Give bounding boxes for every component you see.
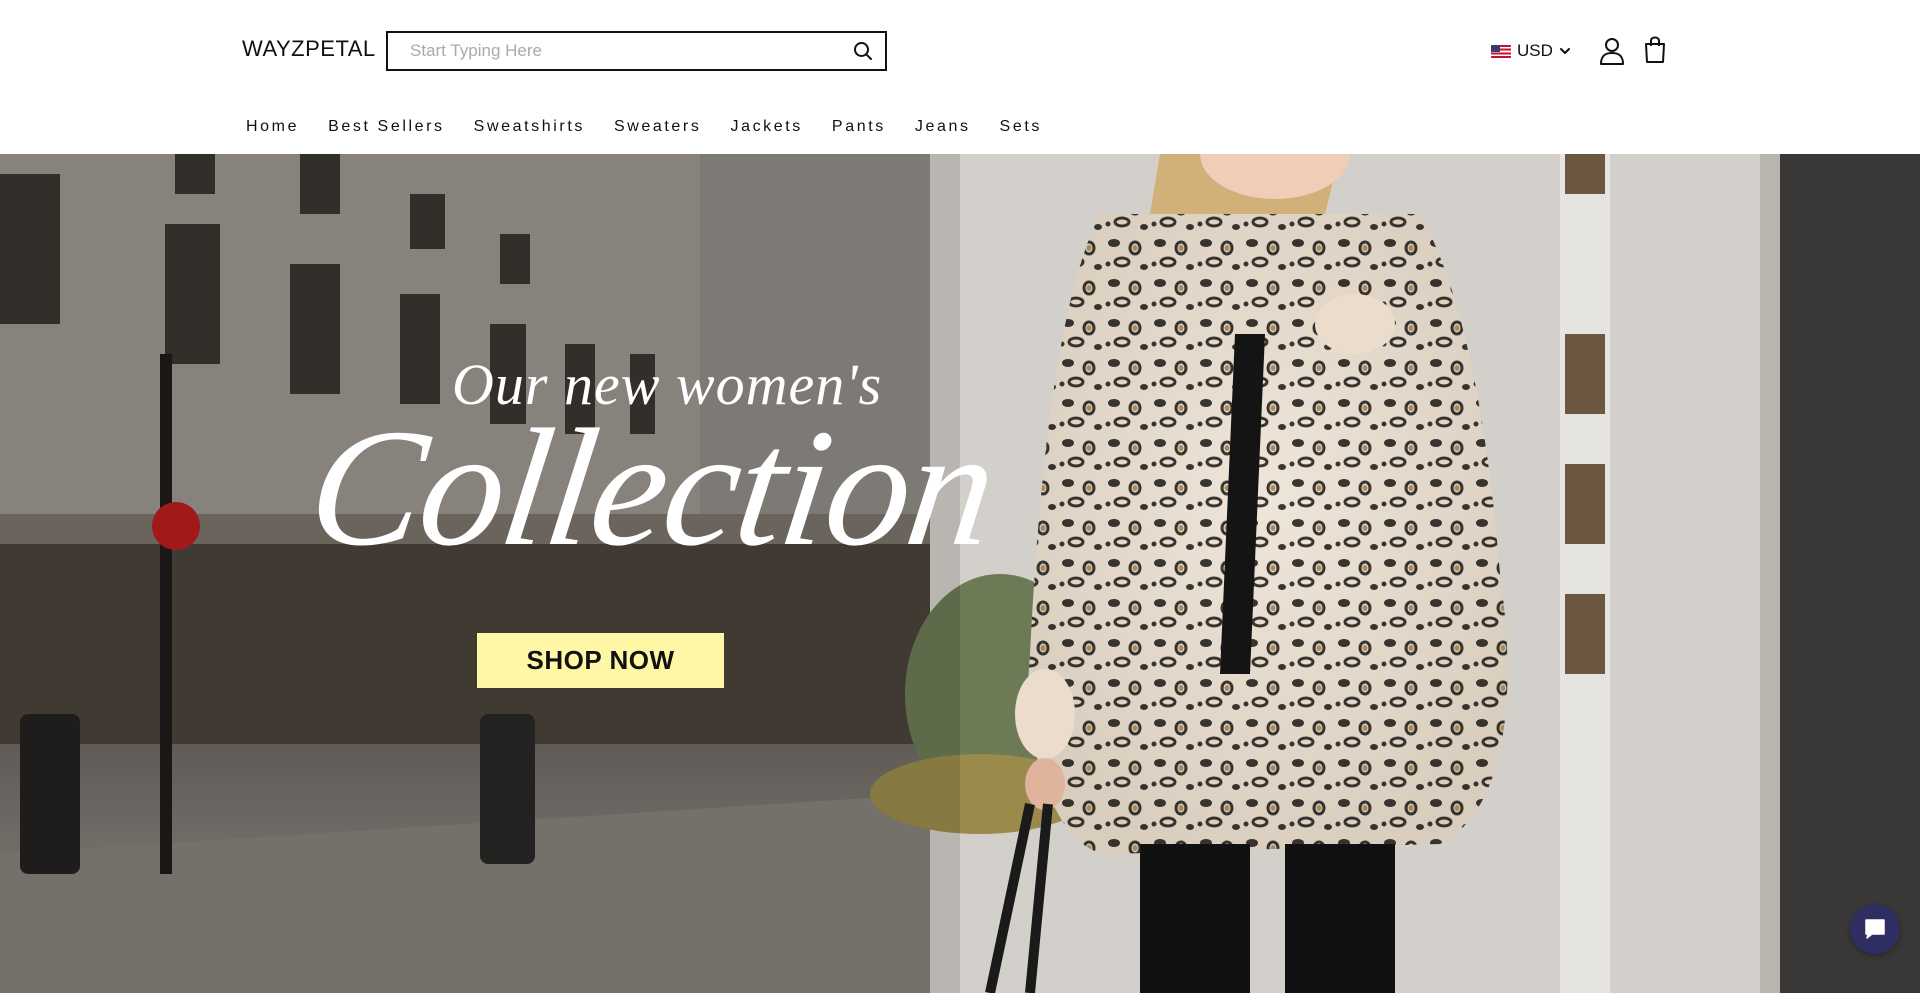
shop-now-button[interactable]: SHOP NOW: [477, 633, 724, 688]
search-icon: [854, 42, 872, 60]
site-header: WAYZPETAL USD Home Best Sellers Swe: [0, 0, 1920, 154]
chat-widget-button[interactable]: [1850, 904, 1900, 954]
currency-label: USD: [1517, 41, 1553, 60]
cart-button[interactable]: [1643, 36, 1667, 64]
us-flag-icon: [1491, 44, 1511, 58]
hero-banner: Our new women's Collection SHOP NOW: [0, 154, 1920, 993]
nav-item-home[interactable]: Home: [244, 114, 301, 140]
nav-item-pants[interactable]: Pants: [830, 114, 888, 140]
chat-bubble-icon: [1865, 919, 1885, 939]
nav-item-sweaters[interactable]: Sweaters: [612, 114, 704, 140]
hero-headline: Collection: [298, 395, 1005, 581]
nav-item-best-sellers[interactable]: Best Sellers: [326, 114, 447, 140]
account-button[interactable]: [1599, 37, 1625, 65]
nav-item-sweatshirts[interactable]: Sweatshirts: [472, 114, 587, 140]
user-icon: [1600, 38, 1624, 65]
nav-item-jeans[interactable]: Jeans: [913, 114, 973, 140]
search-bar: [386, 31, 887, 71]
search-input[interactable]: [388, 33, 841, 69]
nav-item-sets[interactable]: Sets: [998, 114, 1044, 140]
chevron-down-icon: [1559, 48, 1570, 54]
nav-item-jackets[interactable]: Jackets: [728, 114, 804, 140]
brand-logo[interactable]: WAYZPETAL: [242, 36, 376, 62]
shopping-bag-icon: [1645, 36, 1665, 63]
currency-selector[interactable]: USD: [1491, 38, 1571, 64]
search-button[interactable]: [841, 33, 885, 69]
main-nav: Home Best Sellers Sweatshirts Sweaters J…: [244, 114, 1069, 140]
